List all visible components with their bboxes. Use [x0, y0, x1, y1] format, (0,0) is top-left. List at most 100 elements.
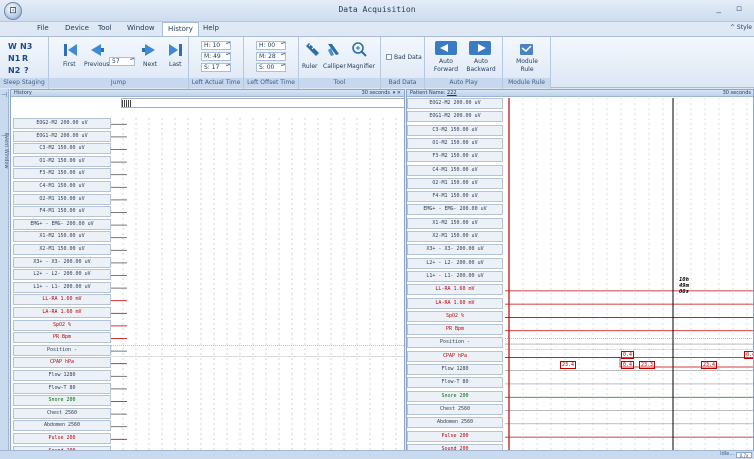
previous-page-icon: [91, 44, 104, 56]
ribbon: W N3 N1 R N2 ? Sleep Staging First Previ…: [0, 36, 754, 89]
channel-label[interactable]: X3+ - X3- 200.00 uV: [407, 244, 503, 256]
history-scrollbar[interactable]: [121, 98, 404, 108]
history-seconds[interactable]: 30 seconds: [362, 90, 390, 97]
menu-history[interactable]: History: [162, 22, 199, 36]
channel-label[interactable]: C3-M2 150.00 uV: [13, 143, 111, 155]
channel-label[interactable]: EMG+ - EMG- 200.00 uV: [13, 218, 111, 230]
scrollbar-thumb[interactable]: [122, 100, 132, 107]
channel-label[interactable]: EOG1-M2 200.00 uV: [407, 111, 503, 123]
value-annotation[interactable]: 23.4: [560, 361, 577, 369]
channel-label[interactable]: Chest 2560: [407, 403, 503, 415]
stage-unknown-button[interactable]: ?: [24, 66, 29, 75]
value-annotation[interactable]: 0.4: [744, 351, 753, 359]
actual-second-input[interactable]: S: 17: [201, 63, 231, 72]
channel-label[interactable]: Abdomen 2560: [407, 417, 503, 429]
menu-window[interactable]: Window: [127, 24, 155, 32]
channel-label[interactable]: Pulse 200: [407, 430, 503, 442]
patient-seconds[interactable]: 30 seconds: [723, 90, 751, 97]
history-close-button[interactable]: ▾ ✕: [393, 90, 401, 97]
channel-label[interactable]: LL-RA 1.60 mV: [13, 294, 111, 306]
channel-label[interactable]: Snore 200: [407, 390, 503, 402]
channel-label[interactable]: L1+ - L1- 200.00 uV: [407, 270, 503, 282]
channel-label[interactable]: EOG2-M2 200.00 uV: [13, 118, 111, 129]
channel-label[interactable]: EMG+ - EMG- 200.00 uV: [407, 204, 503, 216]
group-auto-play: Auto Forward Auto Backward Auto Play: [425, 37, 503, 89]
group-tool: Ruler Calliper Magnifier Tool: [299, 37, 381, 89]
channel-label[interactable]: Flow-T 80: [407, 377, 503, 389]
channel-label[interactable]: O1-M2 150.00 uV: [407, 137, 503, 149]
menu-help[interactable]: Help: [203, 24, 219, 32]
channel-label[interactable]: Flow 1280: [407, 364, 503, 375]
channel-label[interactable]: Snore 200: [13, 395, 111, 407]
ruler-label: Ruler: [302, 63, 318, 70]
stage-r-button[interactable]: R: [22, 54, 28, 63]
stage-n2-button[interactable]: N2: [8, 66, 20, 75]
channel-label[interactable]: X1-M2 150.00 uV: [407, 217, 503, 229]
channel-label[interactable]: CPAP hPa: [407, 350, 503, 362]
channel-label[interactable]: X3+ - X3- 200.00 uV: [13, 256, 111, 268]
channel-label[interactable]: L2+ - L2- 200.00 uV: [407, 257, 503, 269]
channel-label[interactable]: SpO2 %: [13, 319, 111, 331]
stage-n3-button[interactable]: N3: [20, 42, 32, 51]
value-annotation[interactable]: 23.3: [639, 361, 656, 369]
channel-label[interactable]: Flow-T 80: [13, 382, 111, 394]
group-label: Tool: [299, 78, 380, 88]
menu-device[interactable]: Device: [65, 24, 89, 32]
channel-label[interactable]: F4-M1 150.00 uV: [13, 206, 111, 218]
channel-label[interactable]: C4-M1 150.00 uV: [13, 181, 111, 192]
channel-label[interactable]: Abdomen 2560: [13, 420, 111, 432]
patient-name-value[interactable]: 222: [447, 90, 457, 96]
channel-label[interactable]: CPAP hPa: [13, 357, 111, 369]
channel-label[interactable]: X1-M2 150.00 uV: [13, 231, 111, 243]
channel-label[interactable]: Chest 2560: [13, 407, 111, 419]
value-annotation[interactable]: 23.4: [701, 361, 718, 369]
channel-label[interactable]: L1+ - L1- 200.00 uV: [13, 281, 111, 293]
channel-label[interactable]: PR Bpm: [407, 324, 503, 336]
channel-label[interactable]: X2-M1 150.00 uV: [13, 244, 111, 255]
channel-label[interactable]: L2+ - L2- 200.00 uV: [13, 269, 111, 281]
event-window-tab[interactable]: Event Window: [0, 101, 9, 201]
patient-waveform-area[interactable]: [505, 98, 754, 458]
offset-second-input[interactable]: S: 00: [256, 63, 286, 72]
channel-label[interactable]: LA-RA 1.60 mV: [13, 307, 111, 318]
value-annotation[interactable]: 0.4: [621, 361, 635, 369]
channel-label[interactable]: X2-M1 150.00 uV: [407, 231, 503, 242]
channel-label[interactable]: Pulse 200: [13, 433, 111, 444]
style-menu[interactable]: ^ Style: [730, 24, 752, 31]
channel-label[interactable]: C4-M1 150.00 uV: [407, 164, 503, 176]
channel-label[interactable]: PR Bpm: [13, 332, 111, 344]
actual-hour-input[interactable]: H: 10: [201, 41, 231, 50]
actual-minute-input[interactable]: M: 49: [201, 52, 231, 61]
channel-label[interactable]: O1-M2 150.00 uV: [13, 155, 111, 167]
channel-label[interactable]: LL-RA 1.60 mV: [407, 284, 503, 296]
channel-label[interactable]: F4-M1 150.00 uV: [407, 191, 503, 203]
event-window-strip[interactable]: ⊣ Event Window ⊣: [0, 89, 9, 459]
zoom-indicator[interactable]: 0.7x: [736, 452, 752, 458]
offset-hour-input[interactable]: H: 00: [256, 41, 286, 50]
channel-label[interactable]: EOG2-M2 200.00 uV: [407, 98, 503, 109]
stage-n1-button[interactable]: N1: [8, 54, 20, 63]
channel-label[interactable]: Position -: [407, 337, 503, 349]
page-number-input[interactable]: 57: [109, 57, 135, 66]
offset-minute-input[interactable]: M: 28: [256, 52, 286, 61]
channel-label[interactable]: Position -: [13, 344, 111, 356]
channel-label[interactable]: F3-M2 150.00 uV: [407, 151, 503, 163]
pin-icon[interactable]: ⊣: [1, 91, 7, 99]
channel-label[interactable]: O2-M1 150.00 uV: [407, 177, 503, 189]
channel-label[interactable]: EOG1-M2 200.00 uV: [13, 130, 111, 142]
channel-label[interactable]: Flow 1280: [13, 370, 111, 381]
channel-label[interactable]: F3-M2 150.00 uV: [13, 168, 111, 180]
value-annotation[interactable]: 0.4: [621, 351, 635, 359]
first-page-icon: [64, 44, 77, 56]
channel-label[interactable]: C3-M2 150.00 uV: [407, 124, 503, 136]
history-waveform-area[interactable]: [111, 118, 405, 458]
window-controls[interactable]: _ ▫: [717, 4, 748, 14]
stage-w-button[interactable]: W: [8, 42, 17, 51]
channel-label[interactable]: LA-RA 1.60 mV: [407, 297, 503, 309]
app-window: ⊡ Data Acquisition _ ▫ File Device Tool …: [0, 0, 754, 459]
channel-label[interactable]: O2-M1 150.00 uV: [13, 193, 111, 205]
channel-label[interactable]: SpO2 %: [407, 310, 503, 322]
menu-tool[interactable]: Tool: [98, 24, 112, 32]
menu-file[interactable]: File: [37, 24, 49, 32]
pin-icon-2[interactable]: ⊣: [1, 132, 7, 140]
